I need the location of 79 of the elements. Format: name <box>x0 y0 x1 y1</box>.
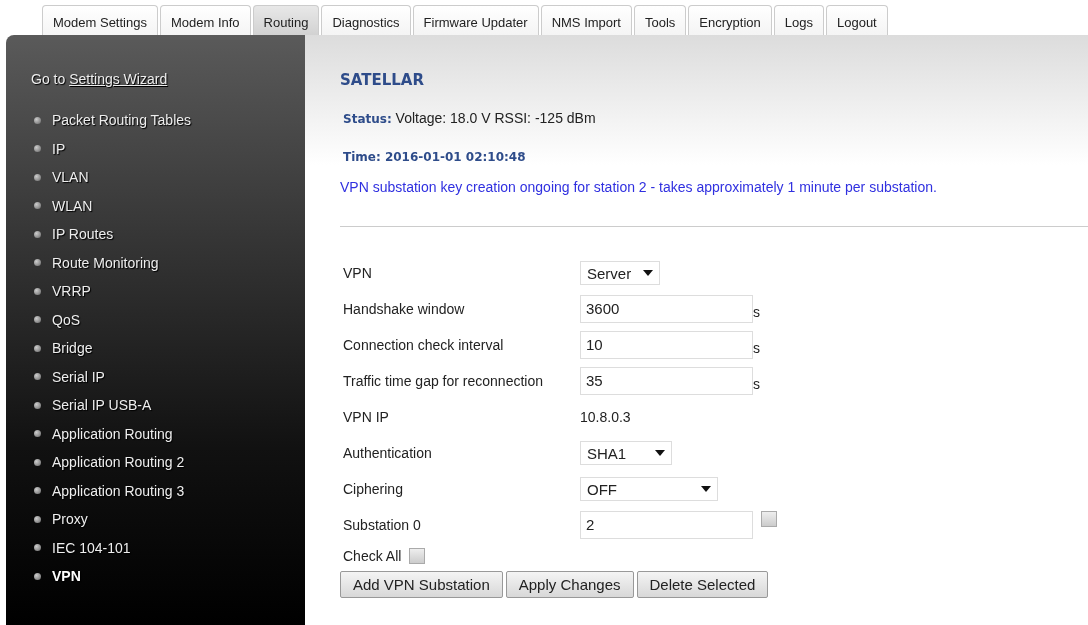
sidebar-item[interactable]: Proxy <box>52 511 88 528</box>
bullet-icon <box>34 487 41 495</box>
field-label: Handshake window <box>343 301 466 317</box>
field-value: 10.8.0.3 <box>580 409 631 425</box>
status-label: Status: <box>343 112 392 126</box>
input-field[interactable]: 35 <box>580 367 753 395</box>
bullet-icon <box>34 230 41 238</box>
tab[interactable]: Firmware Updater <box>412 5 539 35</box>
caret-icon <box>643 270 653 276</box>
caret-icon <box>701 486 711 492</box>
unit-label: s <box>753 304 760 320</box>
bullet-icon <box>34 458 41 466</box>
bullet-icon <box>34 145 41 153</box>
bullet-icon <box>34 344 41 352</box>
tab[interactable]: Logout <box>825 5 888 35</box>
sidebar-item[interactable]: VRRP <box>52 283 91 300</box>
sidebar-item[interactable]: IP <box>52 140 66 157</box>
checkbox[interactable] <box>409 548 426 564</box>
tab[interactable]: NMS Import <box>540 5 632 35</box>
field-label: Ciphering <box>343 481 404 497</box>
tab[interactable]: Logs <box>773 5 824 35</box>
tab[interactable]: Diagnostics <box>321 5 411 35</box>
action-button[interactable]: Add VPN Substation <box>340 571 503 598</box>
dropdown[interactable]: SHA1 <box>580 441 672 465</box>
sidebar-item[interactable]: Route Monitoring <box>52 254 159 271</box>
page-title: SATELLAR <box>340 71 425 91</box>
bullet-icon <box>34 430 41 438</box>
sidebar-item[interactable]: WLAN <box>52 197 93 214</box>
input-field[interactable]: 2 <box>580 511 753 539</box>
tab[interactable]: Tools <box>634 5 687 35</box>
field-label: Connection check interval <box>343 337 505 353</box>
field-label: VPN <box>343 265 373 281</box>
status-value: Voltage: 18.0 V RSSI: -125 dBm <box>395 110 596 126</box>
sidebar-item[interactable]: Application Routing 3 <box>52 482 185 499</box>
tab[interactable]: Encryption <box>688 5 772 35</box>
input-field[interactable]: 10 <box>580 331 753 359</box>
sidebar-item[interactable]: VLAN <box>52 169 89 186</box>
check-all-label: Check All <box>343 548 402 564</box>
bullet-icon <box>34 515 41 523</box>
notice-text: VPN substation key creation ongoing for station 2 - takes approximately 1 minute per substation. <box>340 179 938 195</box>
sidebar-item[interactable]: IP Routes <box>52 226 114 243</box>
time-text: Time: 2016-01-01 02:10:48 <box>343 150 527 166</box>
field-label: Authentication <box>343 445 433 461</box>
sidebar-item[interactable]: Packet Routing Tables <box>52 112 192 129</box>
field-label: Substation 0 <box>343 517 422 533</box>
action-button[interactable]: Apply Changes <box>505 571 634 598</box>
bullet-icon <box>34 316 41 324</box>
settings-wizard-link[interactable]: Settings Wizard <box>69 71 168 87</box>
bullet-icon <box>34 287 41 295</box>
sidebar-item[interactable]: Application Routing 2 <box>52 454 185 471</box>
sidebar-item[interactable]: Application Routing <box>52 425 173 442</box>
tab[interactable]: Routing <box>252 5 320 35</box>
dropdown[interactable]: Server <box>580 261 660 285</box>
dropdown[interactable]: OFF <box>580 477 718 501</box>
tab[interactable]: Modem Info <box>159 5 251 35</box>
wizard-prefix: Go to <box>31 71 66 87</box>
field-label: VPN IP <box>343 409 390 425</box>
action-button[interactable]: Delete Selected <box>636 571 769 598</box>
tab[interactable]: Modem Settings <box>42 5 158 35</box>
bullet-icon <box>34 259 41 267</box>
bullet-icon <box>34 572 41 580</box>
sidebar-item[interactable]: Bridge <box>52 340 93 357</box>
caret-icon <box>655 450 665 456</box>
sidebar-item[interactable]: VPN <box>52 568 81 585</box>
bullet-icon <box>34 202 41 210</box>
bullet-icon <box>34 401 41 409</box>
bullet-icon <box>34 173 41 181</box>
bullet-icon <box>34 544 41 552</box>
bullet-icon <box>34 116 41 124</box>
unit-label: s <box>753 376 760 392</box>
checkbox[interactable] <box>761 511 777 527</box>
sidebar-item[interactable]: Serial IP <box>52 368 105 385</box>
input-field[interactable]: 3600 <box>580 295 753 323</box>
unit-label: s <box>753 340 760 356</box>
sidebar-item[interactable]: Serial IP USB-A <box>52 397 152 414</box>
sidebar-item[interactable]: QoS <box>52 311 80 328</box>
sidebar-item[interactable]: IEC 104-101 <box>52 539 131 556</box>
bullet-icon <box>34 373 41 381</box>
field-label: Traffic time gap for reconnection <box>343 373 544 389</box>
